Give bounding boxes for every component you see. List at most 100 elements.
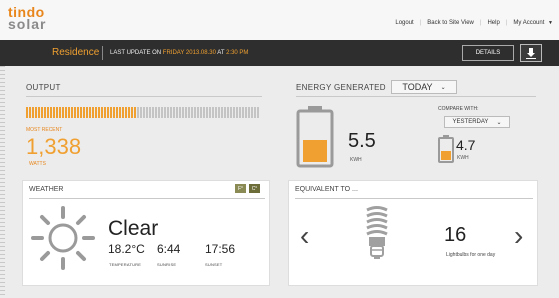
top-nav: Logout | Back to Site View | Help | My A… <box>395 20 553 26</box>
meter-segment <box>83 107 85 118</box>
meter-segment <box>233 107 235 118</box>
divider <box>295 198 533 199</box>
meter-segment <box>227 107 229 118</box>
output-level-meter <box>26 107 259 118</box>
meter-segment <box>29 107 31 118</box>
meter-segment <box>26 107 28 118</box>
equivalent-value: 16 <box>444 224 467 246</box>
meter-segment <box>128 107 130 118</box>
meter-segment <box>95 107 97 118</box>
temperature-label: TEMPERATURE <box>109 262 142 267</box>
top-header: tindo solar Logout | Back to Site View |… <box>0 0 559 40</box>
meter-segment <box>59 107 61 118</box>
output-value: 1,338 <box>26 134 82 159</box>
meter-segment <box>230 107 232 118</box>
last-update-at: AT <box>215 50 227 56</box>
equivalent-title: EQUIVALENT TO ... <box>295 186 358 193</box>
lightbulb-icon <box>366 206 388 259</box>
details-button[interactable]: DETAILS <box>462 45 514 61</box>
weather-condition: Clear <box>108 217 159 240</box>
meter-segment <box>203 107 205 118</box>
last-update-date: FRIDAY 2013.08.30 <box>162 50 216 56</box>
meter-segment <box>155 107 157 118</box>
battery-small-icon <box>438 135 454 163</box>
meter-segment <box>242 107 244 118</box>
meter-segment <box>248 107 250 118</box>
meter-segment <box>185 107 187 118</box>
meter-segment <box>56 107 58 118</box>
meter-segment <box>164 107 166 118</box>
meter-segment <box>254 107 256 118</box>
logo-text-solar: solar <box>8 16 47 32</box>
logo[interactable]: tindo solar <box>8 5 47 32</box>
last-update-text: LAST UPDATE ON FRIDAY 2013.08.30 AT 2:30… <box>110 50 248 56</box>
meter-segment <box>47 107 49 118</box>
chevron-down-icon: ▼ <box>548 20 553 26</box>
meter-segment <box>167 107 169 118</box>
divider <box>29 198 265 199</box>
meter-segment <box>122 107 124 118</box>
compare-unit: KWH <box>457 155 469 161</box>
next-arrow[interactable]: › <box>514 222 523 250</box>
meter-segment <box>152 107 154 118</box>
last-update-time: 2:30 PM <box>226 50 249 56</box>
sun-icon <box>31 206 95 270</box>
side-ruler <box>0 66 10 298</box>
meter-segment <box>149 107 151 118</box>
meter-segment <box>35 107 37 118</box>
meter-segment <box>116 107 118 118</box>
meter-segment <box>71 107 73 118</box>
meter-segment <box>113 107 115 118</box>
meter-segment <box>191 107 193 118</box>
meter-segment <box>182 107 184 118</box>
divider <box>102 46 103 60</box>
meter-segment <box>146 107 148 118</box>
meter-segment <box>131 107 133 118</box>
meter-segment <box>38 107 40 118</box>
fahrenheit-toggle[interactable]: F° <box>235 184 246 193</box>
divider <box>26 96 262 97</box>
logout-link[interactable]: Logout <box>395 20 413 26</box>
compare-period-select[interactable]: YESTERDAY ⌄ <box>444 116 510 128</box>
site-name: Residence <box>52 47 100 58</box>
previous-arrow[interactable]: ‹ <box>300 222 309 250</box>
sunrise-value: 6:44 <box>157 242 181 256</box>
meter-segment <box>179 107 181 118</box>
my-account-menu[interactable]: My Account ▼ <box>513 20 553 26</box>
meter-segment <box>107 107 109 118</box>
meter-segment <box>119 107 121 118</box>
output-title: OUTPUT <box>26 83 61 92</box>
meter-segment <box>92 107 94 118</box>
energy-value: 5.5 <box>348 130 376 152</box>
sunset-value: 17:56 <box>205 242 236 256</box>
meter-segment <box>134 107 136 118</box>
sunrise-label: SUNRISE <box>157 262 177 267</box>
meter-segment <box>140 107 142 118</box>
help-link[interactable]: Help <box>487 20 499 26</box>
meter-segment <box>218 107 220 118</box>
meter-segment <box>224 107 226 118</box>
meter-segment <box>89 107 91 118</box>
meter-segment <box>110 107 112 118</box>
meter-segment <box>206 107 208 118</box>
meter-segment <box>86 107 88 118</box>
chevron-down-icon: ⌄ <box>496 119 502 126</box>
temperature-value: 18.2°C <box>108 242 145 256</box>
meter-segment <box>74 107 76 118</box>
meter-segment <box>80 107 82 118</box>
meter-segment <box>197 107 199 118</box>
download-button[interactable] <box>520 44 542 62</box>
meter-segment <box>194 107 196 118</box>
meter-segment <box>68 107 70 118</box>
meter-segment <box>104 107 106 118</box>
sunset-label: SUNSET <box>205 262 223 267</box>
compare-period-value: YESTERDAY <box>452 119 489 125</box>
celsius-toggle[interactable]: C° <box>249 184 260 193</box>
meter-segment <box>236 107 238 118</box>
meter-segment <box>101 107 103 118</box>
period-select[interactable]: TODAY ⌄ <box>391 80 457 94</box>
back-to-site-view-link[interactable]: Back to Site View <box>427 20 474 26</box>
equivalent-label: Lightbulbs for one day <box>446 252 496 258</box>
battery-small-fill <box>441 151 451 160</box>
meter-segment <box>65 107 67 118</box>
